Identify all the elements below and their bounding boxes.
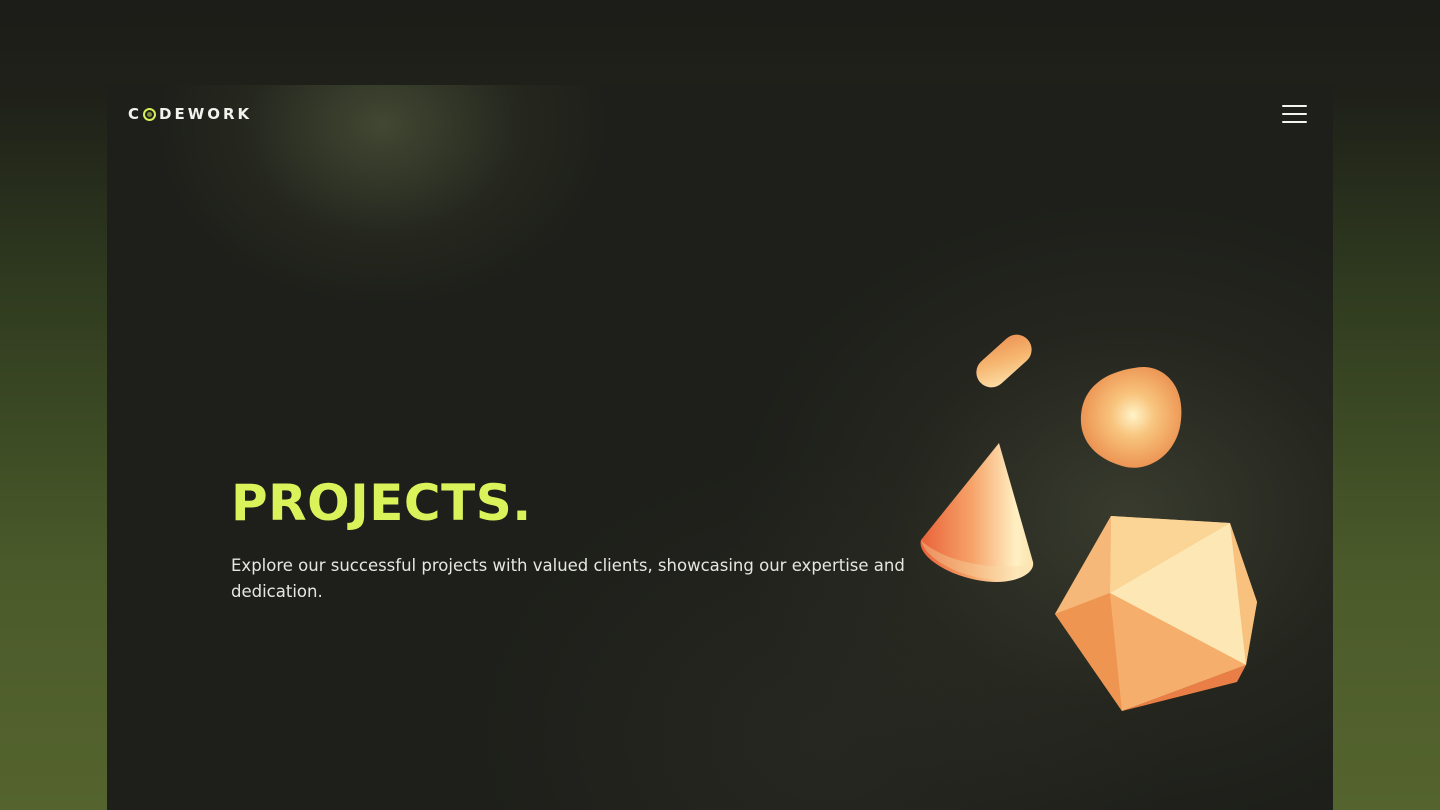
logo-o-icon xyxy=(143,107,157,121)
menu-line-middle xyxy=(1282,113,1307,115)
page-frame: C DEWORK PROJECTS. Explore our successfu… xyxy=(107,85,1333,810)
logo-text-start: C xyxy=(128,105,143,123)
codework-logo[interactable]: C DEWORK xyxy=(128,105,252,123)
page-description: Explore our successful projects with val… xyxy=(231,556,905,601)
menu-line-bottom xyxy=(1282,121,1307,123)
capsule-shape xyxy=(976,334,1032,388)
menu-line-top xyxy=(1282,105,1307,107)
icosahedron-shape xyxy=(1055,516,1257,711)
hamburger-menu-icon[interactable] xyxy=(1282,103,1308,125)
3d-shapes-illustration xyxy=(920,334,1257,711)
sphere-shape xyxy=(1080,366,1182,468)
page-title: PROJECTS. xyxy=(231,474,532,532)
logo-text-end: DEWORK xyxy=(159,105,253,123)
cone-shape xyxy=(920,443,1034,582)
